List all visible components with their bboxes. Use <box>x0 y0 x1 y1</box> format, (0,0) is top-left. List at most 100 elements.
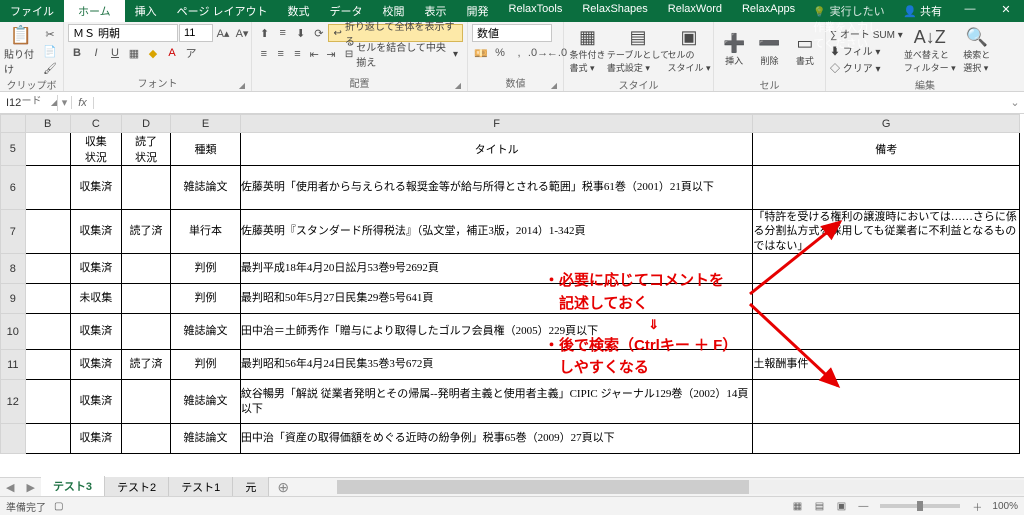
home-tab[interactable]: ホーム <box>64 0 125 22</box>
tab-relaxapps[interactable]: RelaxApps <box>732 0 805 22</box>
tab-relaxtools[interactable]: RelaxTools <box>499 0 573 22</box>
cell[interactable]: 収集済 <box>70 210 121 254</box>
macro-record-icon[interactable]: ▢ <box>54 501 63 512</box>
minimize-button[interactable]: — <box>952 0 988 22</box>
bold-button[interactable]: B <box>68 45 86 61</box>
tab-developer[interactable]: 開発 <box>457 0 499 22</box>
row-header[interactable]: 10 <box>1 314 26 350</box>
delete-cells-button[interactable]: ➖削除 <box>753 24 785 76</box>
decrease-font-button[interactable]: A▾ <box>233 25 251 41</box>
table-header[interactable]: 収集状況 <box>70 133 121 166</box>
cell[interactable]: 田中治「資産の取得価額をめぐる近時の紛争例」税事65巻（2009）27頁以下 <box>240 424 753 454</box>
cell[interactable] <box>753 166 1020 210</box>
cell[interactable] <box>753 254 1020 284</box>
merge-center-button[interactable]: ⊟セルを結合して中央揃え ▾ <box>340 45 463 63</box>
row-header[interactable]: 5 <box>1 133 26 166</box>
cell[interactable]: 判例 <box>171 284 241 314</box>
insert-cells-button[interactable]: ➕挿入 <box>718 24 750 76</box>
cell[interactable] <box>753 284 1020 314</box>
cell[interactable] <box>753 380 1020 424</box>
currency-button[interactable]: 💴 <box>472 45 490 61</box>
increase-decimal-button[interactable]: .0→ <box>529 45 547 61</box>
table-header[interactable]: 種類 <box>171 133 241 166</box>
cell[interactable] <box>121 424 170 454</box>
zoom-slider[interactable] <box>880 504 960 508</box>
share-button[interactable]: 👤 共有 <box>893 0 952 22</box>
cell[interactable] <box>121 254 170 284</box>
page-break-view-button[interactable]: ▣ <box>830 501 852 512</box>
col-header-d[interactable]: D <box>121 115 170 133</box>
page-layout-view-button[interactable]: ▤ <box>808 501 830 512</box>
orientation-button[interactable]: ⟳ <box>310 25 327 41</box>
italic-button[interactable]: I <box>87 45 105 61</box>
comma-button[interactable]: , <box>510 45 528 61</box>
number-format-input[interactable] <box>472 24 552 42</box>
conditional-format-button[interactable]: ▦条件付き 書式 ▾ <box>568 24 607 76</box>
row-header[interactable]: 11 <box>1 350 26 380</box>
sheet-tab-active[interactable]: テスト3 <box>41 476 105 498</box>
row-header[interactable]: 9 <box>1 284 26 314</box>
col-header-b[interactable]: B <box>25 115 70 133</box>
fill-color-button[interactable]: ◆ <box>144 45 162 61</box>
cell[interactable] <box>121 314 170 350</box>
tab-relaxshapes[interactable]: RelaxShapes <box>572 0 657 22</box>
cell[interactable]: 読了済 <box>121 210 170 254</box>
align-dialog-launcher[interactable]: ◢ <box>455 81 461 90</box>
sheet-nav-prev[interactable]: ◀ <box>0 481 20 494</box>
cell[interactable]: 雑誌論文 <box>171 166 241 210</box>
close-button[interactable]: ✕ <box>988 0 1024 22</box>
normal-view-button[interactable]: ▦ <box>786 501 808 512</box>
cell[interactable] <box>121 284 170 314</box>
name-box-dropdown[interactable]: ▾ <box>58 96 72 109</box>
sort-filter-button[interactable]: A↓Z並べ替えと フィルター ▾ <box>906 24 954 76</box>
select-all-corner[interactable] <box>1 115 26 133</box>
copy-button[interactable]: 📄 <box>41 43 59 59</box>
col-header-g[interactable]: G <box>753 115 1020 133</box>
align-middle-button[interactable]: ≡ <box>274 25 291 41</box>
align-left-button[interactable]: ≡ <box>256 46 272 62</box>
cell[interactable]: 田中治＝土師秀作「贈与により取得したゴルフ会員権（2005）229頁以下 <box>240 314 753 350</box>
tab-formulas[interactable]: 数式 <box>278 0 320 22</box>
row-header[interactable] <box>1 424 26 454</box>
horizontal-scrollbar[interactable] <box>337 480 1024 494</box>
cell[interactable]: 収集済 <box>70 350 121 380</box>
sheet-tab[interactable]: 元 <box>233 477 269 497</box>
zoom-level[interactable]: 100% <box>992 501 1018 512</box>
clear-button[interactable]: ◇ クリア ▾ <box>830 60 903 75</box>
percent-button[interactable]: % <box>491 45 509 61</box>
row-header[interactable]: 8 <box>1 254 26 284</box>
col-header-c[interactable]: C <box>70 115 121 133</box>
file-tab[interactable]: ファイル <box>0 0 64 22</box>
cell[interactable]: 紋谷暢男「解説 従業者発明とその帰属--発明者主義と使用者主義」CIPIC ジャ… <box>240 380 753 424</box>
align-top-button[interactable]: ⬆ <box>256 25 273 41</box>
table-header[interactable]: タイトル <box>240 133 753 166</box>
align-right-button[interactable]: ≡ <box>290 46 306 62</box>
phonetic-button[interactable]: ア <box>182 45 200 61</box>
cell[interactable]: 収集済 <box>70 166 121 210</box>
tab-insert[interactable]: 挿入 <box>125 0 167 22</box>
cell[interactable]: 収集済 <box>70 424 121 454</box>
font-size-input[interactable] <box>179 24 213 42</box>
sheet-nav-next[interactable]: ▶ <box>20 481 40 494</box>
cell[interactable] <box>753 424 1020 454</box>
cell[interactable]: 収集済 <box>70 254 121 284</box>
formula-bar-expand[interactable]: ⌄ <box>1006 96 1024 109</box>
decrease-indent-button[interactable]: ⇤ <box>306 46 322 62</box>
tab-relaxword[interactable]: RelaxWord <box>658 0 732 22</box>
cell[interactable]: 判例 <box>171 350 241 380</box>
cell[interactable]: 読了済 <box>121 350 170 380</box>
tab-page-layout[interactable]: ページ レイアウト <box>167 0 278 22</box>
row-header[interactable]: 6 <box>1 166 26 210</box>
cell[interactable]: 最判昭和50年5月27日民集29巻5号641頁 <box>240 284 753 314</box>
format-painter-button[interactable]: 🖌 <box>41 60 59 76</box>
fx-button[interactable]: fx <box>72 97 94 109</box>
row-header[interactable]: 12 <box>1 380 26 424</box>
formula-input[interactable] <box>94 101 1006 105</box>
cell[interactable]: 佐藤英明「使用者から与えられる報奨金等が給与所得とされる範囲」税事61巻（200… <box>240 166 753 210</box>
font-dialog-launcher[interactable]: ◢ <box>239 81 245 90</box>
cell[interactable]: 佐藤英明『スタンダード所得税法』（弘文堂，補正3版，2014）1-342頁 <box>240 210 753 254</box>
cell[interactable]: 最判平成18年4月20日訟月53巻9号2692頁 <box>240 254 753 284</box>
cell[interactable] <box>753 314 1020 350</box>
sheet-tab[interactable]: テスト2 <box>105 477 169 497</box>
cell[interactable]: 判例 <box>171 254 241 284</box>
